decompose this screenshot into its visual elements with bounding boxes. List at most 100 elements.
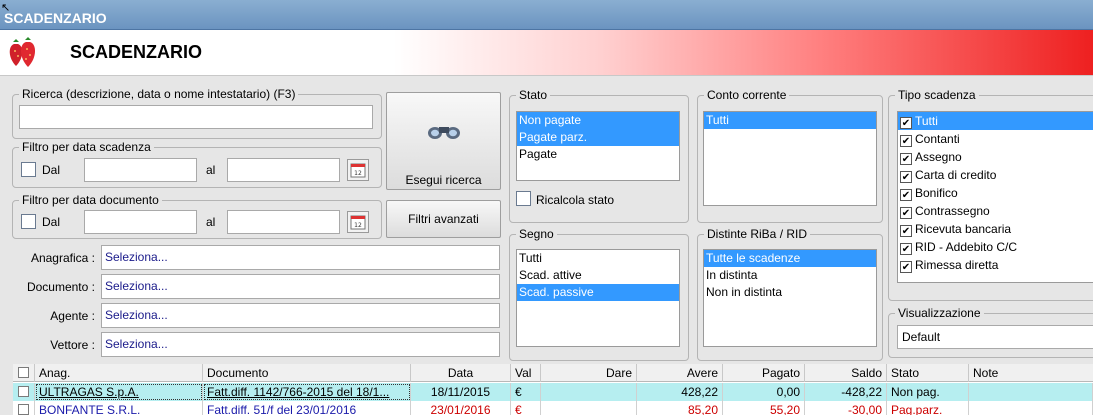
conto-option[interactable]: Tutti — [704, 112, 876, 129]
stato-listbox[interactable]: Non pagate Pagate parz. Pagate — [516, 111, 680, 181]
select-all-checkbox[interactable] — [18, 367, 29, 378]
header-select-cell[interactable] — [13, 364, 35, 382]
segno-option[interactable]: Scad. passive — [517, 284, 679, 301]
cell-note — [969, 383, 1093, 401]
agente-selector[interactable]: Seleziona... — [101, 303, 500, 328]
stato-option[interactable]: Pagate parz. — [517, 129, 679, 146]
cell-dare — [541, 401, 637, 415]
documento-selector[interactable]: Seleziona... — [101, 274, 500, 299]
visualizzazione-dropdown[interactable]: Default — [897, 325, 1093, 349]
segno-option[interactable]: Tutti — [517, 250, 679, 267]
doc-date-calendar-button[interactable]: 12 — [347, 211, 369, 233]
checked-checkbox-icon[interactable]: ✔ — [900, 225, 912, 237]
stato-option[interactable]: Pagate — [517, 146, 679, 163]
column-header[interactable]: Note — [969, 364, 1093, 382]
vettore-selector[interactable]: Seleziona... — [101, 332, 500, 357]
segno-listbox[interactable]: Tutti Scad. attive Scad. passive — [516, 249, 680, 347]
cell-documento: Fatt.diff. 51/f del 23/01/2016 — [203, 401, 411, 415]
stato-option[interactable]: Non pagate — [517, 112, 679, 129]
search-button[interactable]: Esegui ricerca — [386, 92, 501, 190]
checked-checkbox-icon[interactable]: ✔ — [900, 135, 912, 147]
conto-listbox[interactable]: Tutti — [703, 111, 877, 206]
binoculars-icon — [428, 127, 460, 139]
tipo-scadenza-option[interactable]: ✔ Carta di credito — [898, 166, 1093, 184]
table-row[interactable]: BONFANTE S.R.L. Fatt.diff. 51/f del 23/01… — [13, 401, 1093, 415]
field-label-documento: Documento : — [26, 280, 95, 294]
tipo-scadenza-checklist[interactable]: ✔ Tutti ✔ Contanti ✔ Assegno ✔ Carta di credito… — [897, 111, 1093, 283]
svg-text:12: 12 — [354, 222, 362, 229]
column-header[interactable]: Pagato — [723, 364, 805, 382]
conto-legend: Conto corrente — [707, 88, 787, 102]
advanced-filters-button[interactable]: Filtri avanzati — [386, 200, 501, 238]
tipo-scadenza-option-label: RID - Addebito C/C — [915, 240, 1018, 254]
due-date-from-field[interactable] — [84, 158, 197, 182]
tipo-scadenza-option-label: Bonifico — [915, 186, 958, 200]
tipo-scadenza-option-label: Tutti — [915, 114, 938, 128]
tipo-scadenza-option[interactable]: ✔ Bonifico — [898, 184, 1093, 202]
tipo-scadenza-option[interactable]: ✔ Contrassegno — [898, 202, 1093, 220]
column-header[interactable]: Documento — [203, 364, 411, 382]
doc-date-to-field[interactable] — [227, 210, 340, 234]
tipo-scadenza-option[interactable]: ✔ Contanti — [898, 130, 1093, 148]
distinte-listbox[interactable]: Tutte le scadenze In distinta Non in dis… — [703, 249, 877, 347]
tipo-scadenza-option[interactable]: ✔ RID - Addebito C/C — [898, 238, 1093, 256]
tipo-scadenza-option-label: Rimessa diretta — [915, 258, 999, 272]
tipo-scadenza-option-label: Contanti — [915, 132, 960, 146]
header-banner: SCADENZARIO — [0, 30, 1093, 76]
field-label-vettore: Vettore : — [50, 338, 95, 352]
distinte-option[interactable]: Non in distinta — [704, 284, 876, 301]
due-date-to-field[interactable] — [227, 158, 340, 182]
column-header[interactable]: Stato — [887, 364, 969, 382]
search-input[interactable] — [19, 105, 373, 129]
recalc-stato-checkbox[interactable] — [516, 191, 531, 206]
strawberries-icon — [9, 37, 36, 67]
cell-data: 18/11/2015 — [411, 383, 511, 401]
cell-pagato: 55,20 — [723, 401, 805, 415]
cell-stato: Non pag. — [887, 383, 969, 401]
row-checkbox[interactable] — [18, 404, 29, 415]
tipo-scadenza-option[interactable]: ✔ Assegno — [898, 148, 1093, 166]
due-date-calendar-button[interactable]: 12 — [347, 159, 369, 181]
column-header[interactable]: Data — [411, 364, 511, 382]
checked-checkbox-icon[interactable]: ✔ — [900, 153, 912, 165]
cell-avere: 428,22 — [637, 383, 723, 401]
stato-legend: Stato — [519, 88, 548, 102]
table-row[interactable]: ULTRAGAS S.p.A. Fatt.diff. 1142/766-2015 … — [13, 383, 1093, 401]
cell-saldo: -30,00 — [805, 401, 887, 415]
distinte-option[interactable]: Tutte le scadenze — [704, 250, 876, 267]
checked-checkbox-icon[interactable]: ✔ — [900, 261, 912, 273]
cell-data: 23/01/2016 — [411, 401, 511, 415]
tipo-scadenza-option-label: Contrassegno — [915, 204, 990, 218]
column-header[interactable]: Val — [511, 364, 541, 382]
search-button-label: Esegui ricerca — [405, 173, 482, 187]
due-date-from-checkbox[interactable] — [21, 162, 36, 177]
due-date-dal-label: Dal — [42, 163, 61, 177]
row-checkbox[interactable] — [18, 386, 29, 397]
tipo-scadenza-option[interactable]: ✔ Ricevuta bancaria — [898, 220, 1093, 238]
distinte-option[interactable]: In distinta — [704, 267, 876, 284]
checked-checkbox-icon[interactable]: ✔ — [900, 207, 912, 219]
column-header[interactable]: Avere — [637, 364, 723, 382]
tipo-scadenza-option[interactable]: ✔ Rimessa diretta — [898, 256, 1093, 274]
search-legend: Ricerca (descrizione, data o nome intest… — [22, 87, 296, 101]
checked-checkbox-icon[interactable]: ✔ — [900, 243, 912, 255]
tipo-scadenza-option[interactable]: ✔ Tutti — [898, 112, 1093, 130]
calendar-icon: 12 — [350, 163, 366, 178]
checked-checkbox-icon[interactable]: ✔ — [900, 171, 912, 183]
column-header[interactable]: Saldo — [805, 364, 887, 382]
doc-date-al-label: al — [206, 215, 216, 229]
column-header[interactable]: Dare — [541, 364, 637, 382]
column-header[interactable]: Anag. — [35, 364, 203, 382]
segno-option[interactable]: Scad. attive — [517, 267, 679, 284]
row-select-cell[interactable] — [13, 383, 35, 401]
cell-avere: 85,20 — [637, 401, 723, 415]
doc-date-from-field[interactable] — [84, 210, 197, 234]
anagrafica-selector[interactable]: Seleziona... — [101, 245, 500, 270]
checked-checkbox-icon[interactable]: ✔ — [900, 189, 912, 201]
due-date-filter-legend: Filtro per data scadenza — [22, 140, 151, 154]
row-select-cell[interactable] — [13, 401, 35, 415]
cell-dare — [541, 383, 637, 401]
tipo-scadenza-option-label: Carta di credito — [915, 168, 997, 182]
doc-date-from-checkbox[interactable] — [21, 214, 36, 229]
checked-checkbox-icon[interactable]: ✔ — [900, 117, 912, 129]
